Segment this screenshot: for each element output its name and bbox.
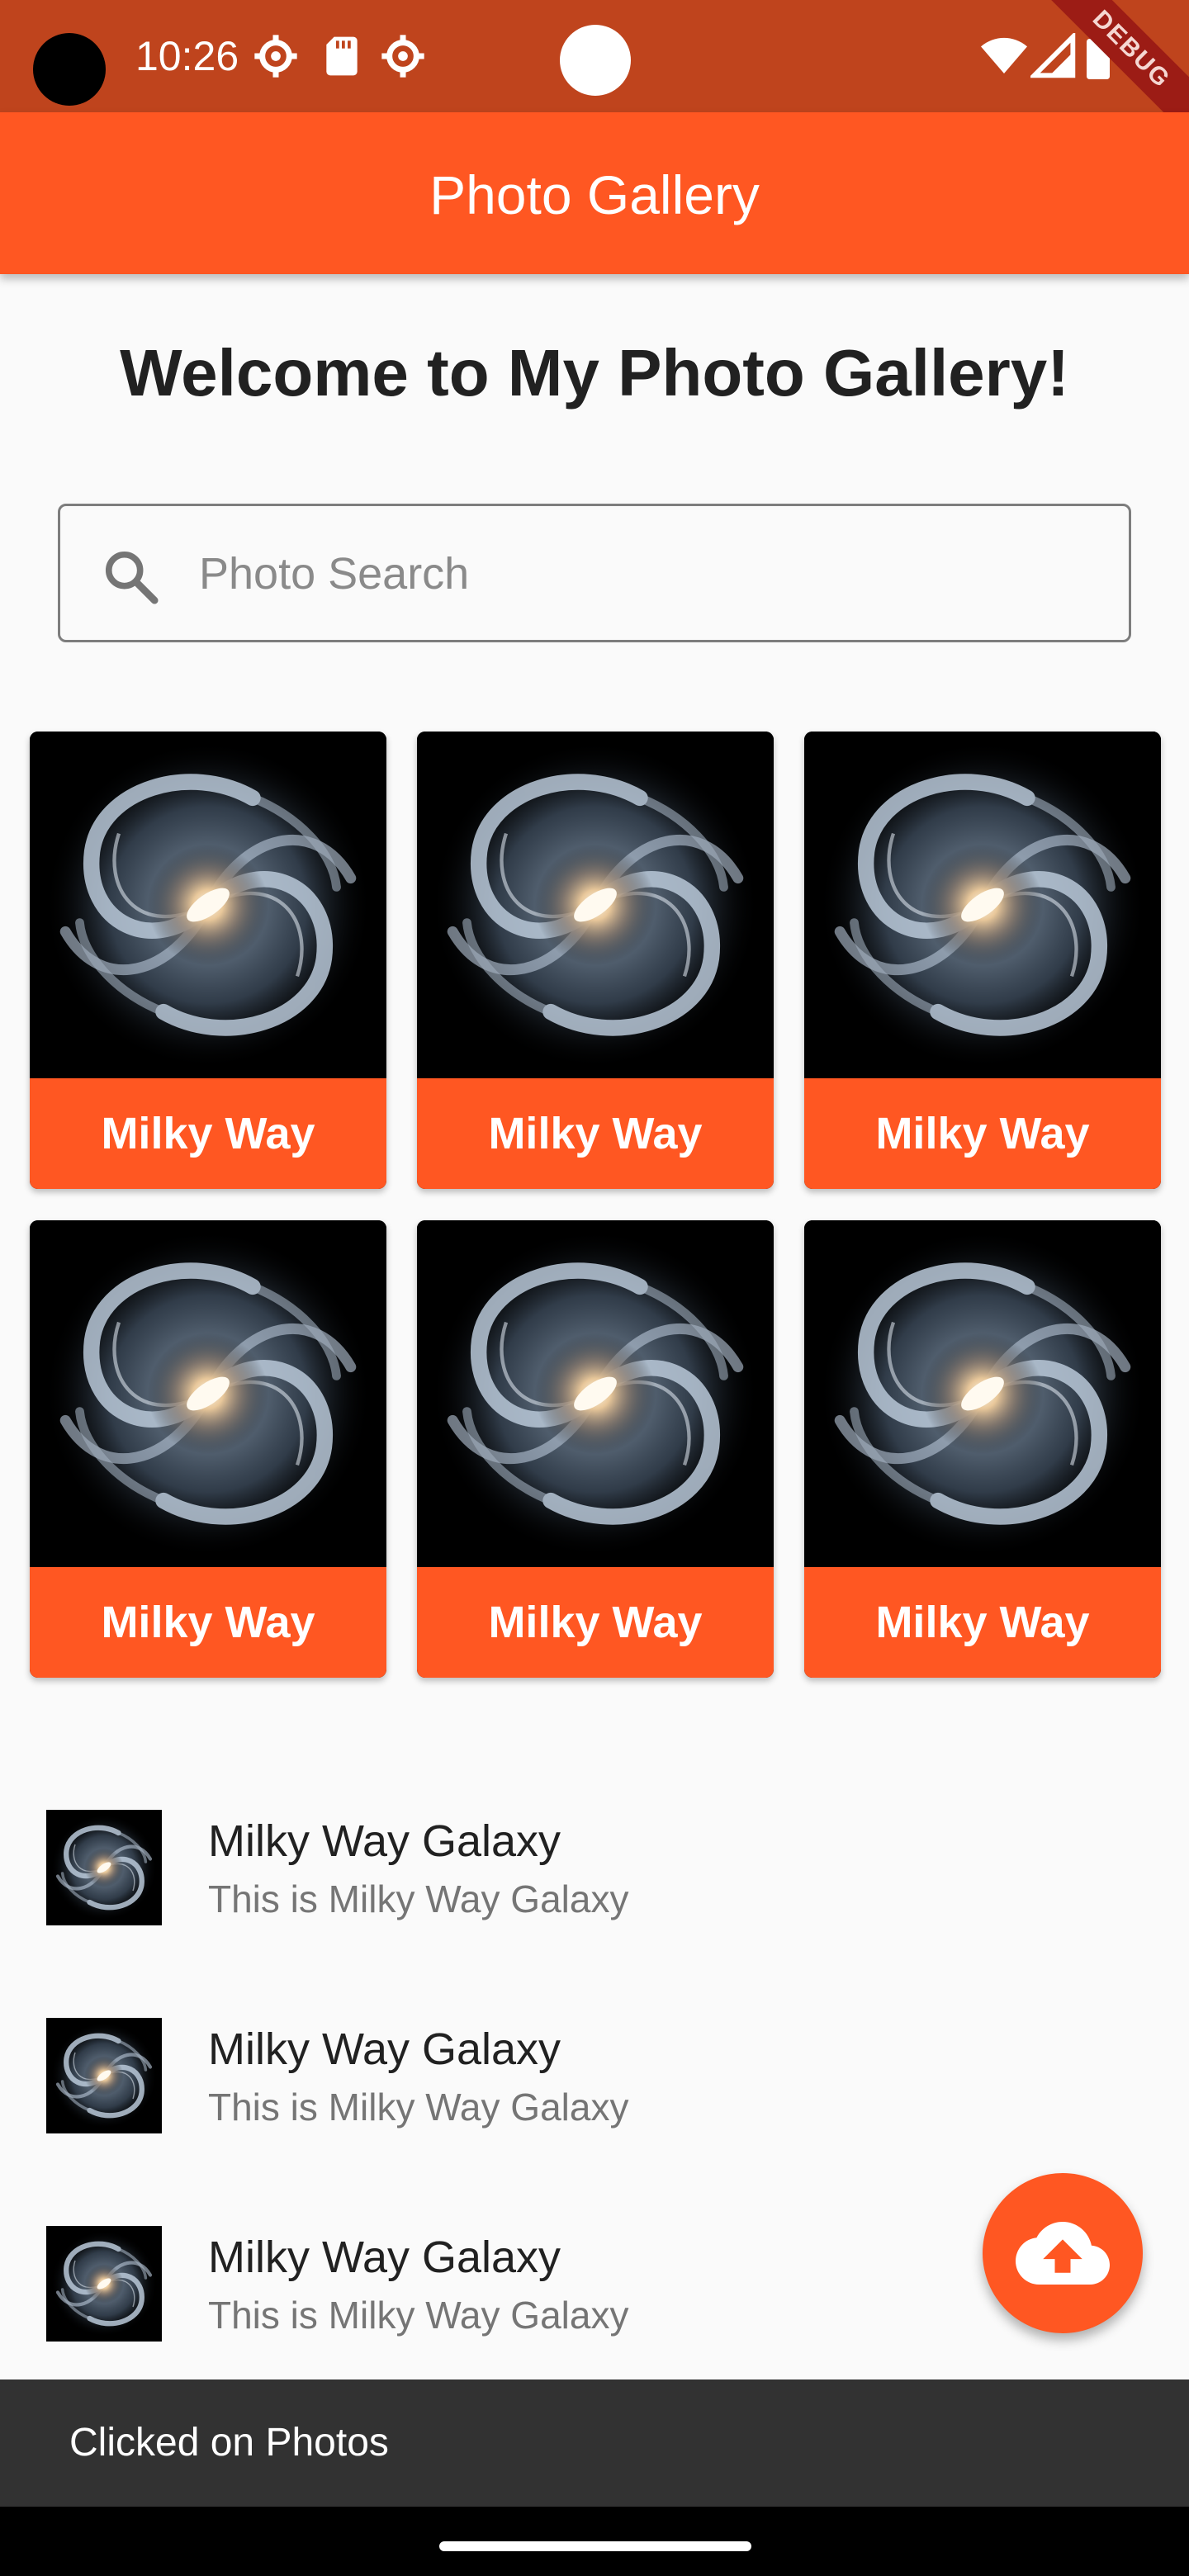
wifi-icon [981, 37, 1027, 73]
app-bar-title: Photo Gallery [429, 164, 760, 225]
photo-card[interactable]: Milky Way [30, 732, 386, 1189]
milky-way-image [417, 1220, 774, 1567]
photo-card-label: Milky Way [30, 1078, 386, 1189]
list-item[interactable]: Milky Way Galaxy This is Milky Way Galax… [0, 1767, 1189, 1975]
photo-card-label: Milky Way [417, 1078, 774, 1189]
snackbar: Clicked on Photos [0, 2379, 1189, 2507]
app-bar: Photo Gallery [0, 112, 1189, 274]
photo-card-label: Milky Way [417, 1567, 774, 1678]
list-item-title: Milky Way Galaxy [208, 2233, 561, 2282]
milky-way-image [30, 732, 386, 1078]
signal-icon [1030, 33, 1076, 78]
welcome-heading: Welcome to My Photo Gallery! [120, 336, 1069, 410]
search-icon [105, 551, 159, 604]
milky-way-image [417, 732, 774, 1078]
camera-cutout [33, 33, 106, 106]
photo-card[interactable]: Milky Way [417, 1220, 774, 1678]
photo-card-label: Milky Way [30, 1567, 386, 1678]
search-field[interactable] [58, 504, 1131, 642]
photo-card[interactable]: Milky Way [804, 1220, 1161, 1678]
milky-way-image [30, 1220, 386, 1567]
system-nav-bar [0, 2507, 1189, 2576]
photo-card-label: Milky Way [804, 1567, 1161, 1678]
list-item[interactable]: Milky Way Galaxy This is Milky Way Galax… [0, 1975, 1189, 2183]
notification-dot [560, 25, 631, 96]
list-item-subtitle: This is Milky Way Galaxy [208, 1878, 629, 1920]
gesture-handle[interactable] [439, 2541, 751, 2551]
status-time: 10:26 [135, 33, 239, 79]
milky-way-image [804, 1220, 1161, 1567]
upload-fab-button[interactable] [983, 2173, 1143, 2333]
status-bar: 10:26 DEBUG [0, 0, 1189, 112]
milky-way-thumbnail [46, 2018, 162, 2133]
list-item-title: Milky Way Galaxy [208, 2024, 561, 2074]
milky-way-image [804, 732, 1161, 1078]
milky-way-thumbnail [46, 2226, 162, 2342]
settings-gear-icon [381, 35, 424, 78]
milky-way-thumbnail [46, 1810, 162, 1925]
snackbar-message: Clicked on Photos [69, 2421, 389, 2465]
photo-card[interactable]: Milky Way [417, 732, 774, 1189]
search-input[interactable] [199, 531, 1091, 617]
photo-card[interactable]: Milky Way [804, 732, 1161, 1189]
list-item-title: Milky Way Galaxy [208, 1816, 561, 1866]
list-item-subtitle: This is Milky Way Galaxy [208, 2294, 629, 2337]
photo-card-label: Milky Way [804, 1078, 1161, 1189]
photo-card[interactable]: Milky Way [30, 1220, 386, 1678]
photo-grid: Milky Way Milky Way Milky Way Milky Way … [30, 732, 1161, 1678]
list-item-subtitle: This is Milky Way Galaxy [208, 2086, 629, 2129]
sd-card-icon [326, 36, 358, 76]
settings-gear-icon [254, 35, 297, 78]
cloud-upload-icon [1016, 2222, 1110, 2285]
